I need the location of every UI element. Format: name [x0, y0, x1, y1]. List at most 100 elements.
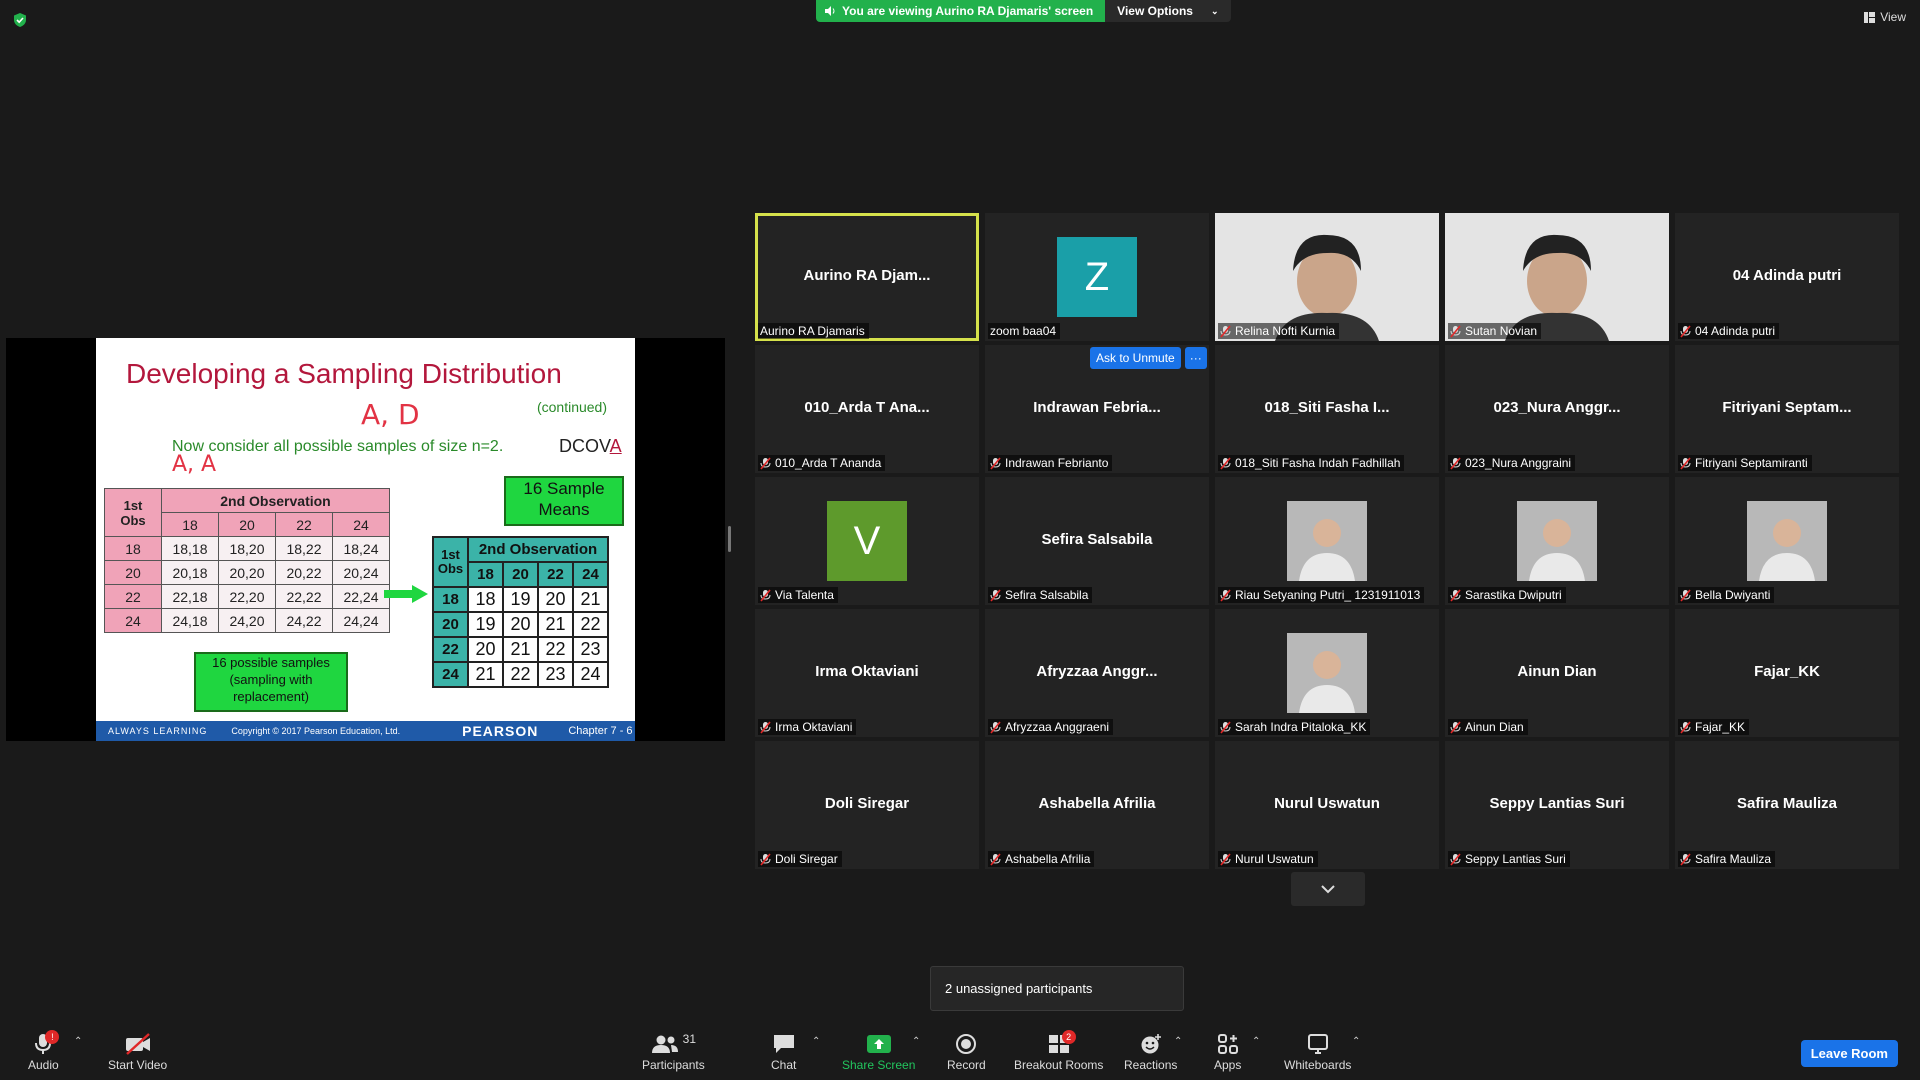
security-shield-icon[interactable] — [12, 12, 28, 28]
participant-tile[interactable]: Sarastika Dwiputri — [1445, 477, 1669, 605]
participant-tile[interactable]: Ashabella Afrilia Ashabella Afrilia — [985, 741, 1209, 869]
chat-button[interactable]: Chat — [771, 1030, 796, 1072]
breakout-rooms-button[interactable]: 2 Breakout Rooms — [1014, 1030, 1103, 1072]
participant-tile[interactable]: Riau Setyaning Putri_ 1231911013 — [1215, 477, 1439, 605]
participant-name: Aurino RA Djamaris — [760, 324, 865, 338]
table-cell: 22,18 — [161, 584, 219, 609]
apps-options-caret[interactable]: ⌃ — [1252, 1036, 1260, 1047]
sample-means-box: 16 Sample Means — [504, 476, 624, 526]
table-cell: 24,24 — [332, 608, 390, 633]
participant-tile[interactable]: Ainun Dian Ainun Dian — [1445, 609, 1669, 737]
participant-display-name: Irma Oktaviani — [815, 663, 919, 680]
participant-display-name: Sefira Salsabila — [1041, 531, 1153, 548]
more-options-button[interactable]: ··· — [1184, 347, 1207, 369]
muted-mic-icon — [1220, 588, 1231, 602]
participant-tile[interactable]: 023_Nura Anggr... 023_Nura Anggraini — [1445, 345, 1669, 473]
view-button[interactable]: View — [1864, 10, 1906, 24]
chevron-down-icon — [1321, 885, 1335, 894]
col-header: 20 — [218, 512, 276, 537]
participants-button[interactable]: 31 Participants — [642, 1030, 705, 1072]
participant-tile[interactable]: 018_Siti Fasha I... 018_Siti Fasha Indah … — [1215, 345, 1439, 473]
participant-tile[interactable]: Relina Nofti Kurnia — [1215, 213, 1439, 341]
participant-tile[interactable]: 04 Adinda putri 04 Adinda putri — [1675, 213, 1899, 341]
table-row: 20 19 20 21 22 — [432, 611, 609, 638]
view-options-button[interactable]: View Options ⌄ — [1105, 0, 1231, 22]
table-cell: 18,22 — [275, 536, 333, 561]
profile-photo — [1287, 501, 1367, 581]
table-cell: 21 — [467, 661, 504, 688]
participant-name: Relina Nofti Kurnia — [1235, 324, 1336, 338]
participant-tile[interactable]: Afryzzaa Anggr... Afryzzaa Anggraeni — [985, 609, 1209, 737]
participant-name: Bella Dwiyanti — [1695, 588, 1771, 602]
footer-brand: PEARSON — [462, 723, 539, 739]
speaker-icon — [825, 6, 835, 16]
whiteboards-button[interactable]: Whiteboards — [1284, 1030, 1351, 1072]
participant-name-label: Aurino RA Djamaris — [758, 323, 869, 339]
participant-tile[interactable]: Fajar_KK Fajar_KK — [1675, 609, 1899, 737]
audio-alert-badge: ! — [45, 1030, 60, 1044]
participant-name: zoom baa04 — [990, 324, 1057, 338]
table-cell: 20,18 — [161, 560, 219, 585]
participant-display-name: Fajar_KK — [1754, 663, 1820, 680]
participant-name-label: Sefira Salsabila — [988, 587, 1093, 603]
participant-name-label: Ashabella Afrilia — [988, 851, 1095, 867]
observation-pairs-table: 1st Obs 2nd Observation 18 20 22 24 18 18… — [104, 488, 390, 633]
participant-tile[interactable]: Irma Oktaviani Irma Oktaviani — [755, 609, 979, 737]
row-header: 18 — [432, 586, 469, 613]
participant-tile[interactable]: Bella Dwiyanti — [1675, 477, 1899, 605]
participant-tile[interactable]: Seppy Lantias Suri Seppy Lantias Suri — [1445, 741, 1669, 869]
video-feed-person — [1215, 213, 1439, 341]
reactions-button[interactable]: Reactions — [1124, 1030, 1177, 1072]
share-options-caret[interactable]: ⌃ — [912, 1036, 920, 1047]
next-page-button[interactable] — [1291, 872, 1365, 906]
share-screen-button[interactable]: Share Screen — [842, 1030, 915, 1072]
profile-photo — [1747, 501, 1827, 581]
whiteboards-options-caret[interactable]: ⌃ — [1352, 1036, 1360, 1047]
table-cell: 24,18 — [161, 608, 219, 633]
record-button[interactable]: Record — [947, 1030, 986, 1072]
participant-tile[interactable]: Sutan Novian — [1445, 213, 1669, 341]
participant-name-label: 018_Siti Fasha Indah Fadhillah — [1218, 455, 1405, 471]
chat-options-caret[interactable]: ⌃ — [812, 1036, 820, 1047]
muted-mic-icon — [760, 720, 771, 734]
participant-tile[interactable]: Fitriyani Septam... Fitriyani Septamirant… — [1675, 345, 1899, 473]
dcova-label: DCOVA — [559, 436, 622, 457]
participant-name-label: Sarah Indra Pitaloka_KK — [1218, 719, 1371, 735]
chevron-down-icon: ⌄ — [1210, 5, 1219, 16]
participant-tile[interactable]: Doli Siregar Doli Siregar — [755, 741, 979, 869]
participant-tile[interactable]: Aurino RA Djam... Aurino RA Djamaris — [755, 213, 979, 341]
apps-button[interactable]: Apps — [1214, 1030, 1241, 1072]
muted-mic-icon — [1220, 324, 1231, 338]
participant-tile[interactable]: V Via Talenta — [755, 477, 979, 605]
muted-mic-icon — [1680, 720, 1691, 734]
table-row: 18 18,18 18,20 18,22 18,24 — [104, 536, 390, 561]
whiteboard-icon — [1307, 1034, 1328, 1054]
muted-mic-icon — [760, 852, 771, 866]
split-divider-handle[interactable] — [728, 526, 731, 552]
muted-mic-icon — [1450, 324, 1461, 338]
corner-top: 1st — [441, 547, 460, 562]
ask-to-unmute-group: Ask to Unmute ··· — [1090, 347, 1207, 369]
leave-room-button[interactable]: Leave Room — [1800, 1040, 1898, 1067]
footer-left: ALWAYS LEARNING — [108, 726, 208, 736]
table-cell: 20,24 — [332, 560, 390, 585]
participant-tile[interactable]: Sarah Indra Pitaloka_KK — [1215, 609, 1439, 737]
reactions-options-caret[interactable]: ⌃ — [1174, 1036, 1182, 1047]
grid-view-icon — [1864, 11, 1876, 23]
participant-tile[interactable]: 010_Arda T Ana... 010_Arda T Ananda — [755, 345, 979, 473]
audio-options-caret[interactable]: ⌃ — [74, 1036, 82, 1047]
participant-display-name: 018_Siti Fasha I... — [1264, 399, 1390, 416]
participant-tile[interactable]: Nurul Uswatun Nurul Uswatun — [1215, 741, 1439, 869]
participant-name: Sutan Novian — [1465, 324, 1538, 338]
participant-tile[interactable]: Sefira Salsabila Sefira Salsabila — [985, 477, 1209, 605]
participant-name: Sarastika Dwiputri — [1465, 588, 1562, 602]
muted-mic-icon — [1680, 852, 1691, 866]
ask-to-unmute-button[interactable]: Ask to Unmute — [1090, 347, 1181, 369]
audio-button[interactable]: ! Audio — [28, 1030, 60, 1072]
dcova-prefix: DCOV — [559, 436, 610, 456]
avatar-initial: Z — [1057, 237, 1137, 317]
start-video-button[interactable]: Start Video — [108, 1030, 167, 1072]
participant-tile[interactable]: Zzoom baa04 — [985, 213, 1209, 341]
row-header: 20 — [104, 560, 162, 585]
participant-tile[interactable]: Safira Mauliza Safira Mauliza — [1675, 741, 1899, 869]
